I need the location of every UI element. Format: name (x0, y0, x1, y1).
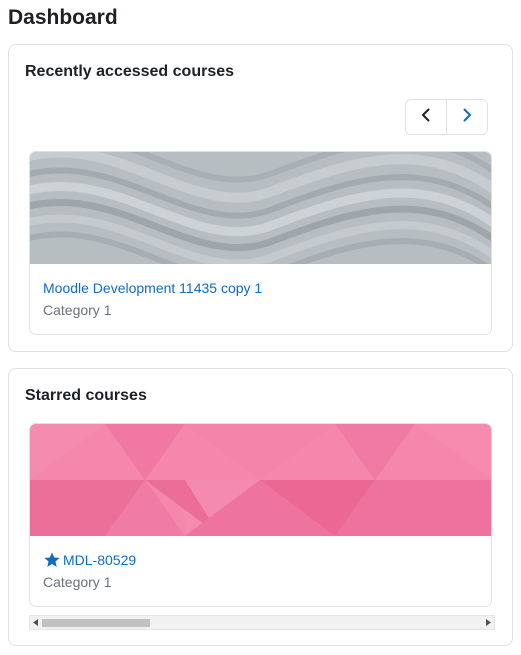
course-pager (405, 99, 488, 135)
starred-course-category: Category 1 (43, 574, 112, 590)
course-category: Category 1 (43, 302, 112, 318)
recent-courses-title: Recently accessed courses (25, 63, 235, 80)
horizontal-scrollbar[interactable] (29, 615, 495, 630)
page-title: Dashboard (8, 6, 118, 29)
recent-courses-block: Recently accessed courses Moodle Develop… (8, 44, 513, 352)
course-image[interactable] (30, 152, 491, 264)
starred-courses-block: Starred courses MDL-80529 Category 1 (8, 368, 513, 646)
scroll-left-arrow[interactable] (30, 616, 42, 629)
scroll-right-arrow[interactable] (482, 616, 494, 629)
starred-courses-title: Starred courses (25, 387, 147, 404)
starred-course-name-link[interactable]: MDL-80529 (43, 551, 136, 569)
star-icon (43, 551, 61, 569)
chevron-right-icon (459, 107, 475, 128)
previous-page-button[interactable] (406, 100, 446, 134)
scrollbar-thumb[interactable] (42, 619, 150, 627)
starred-course-image[interactable] (30, 424, 491, 536)
starred-course-card[interactable]: MDL-80529 Category 1 (29, 423, 492, 607)
chevron-left-icon (418, 107, 434, 128)
course-name-link[interactable]: Moodle Development 11435 copy 1 (43, 279, 262, 297)
next-page-button[interactable] (446, 100, 487, 134)
course-card[interactable]: Moodle Development 11435 copy 1 Category… (29, 151, 492, 335)
starred-course-name: MDL-80529 (63, 552, 137, 568)
